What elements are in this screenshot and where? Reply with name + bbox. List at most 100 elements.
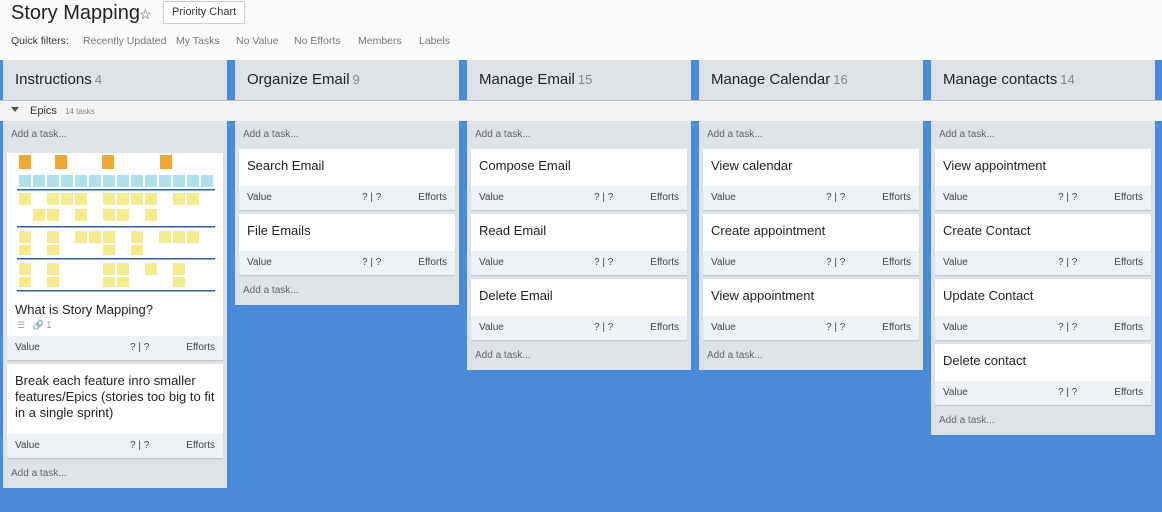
task-card[interactable]: Break each feature inro smaller features…: [7, 364, 223, 458]
value-label[interactable]: Value: [711, 322, 736, 333]
value-label[interactable]: Value: [943, 192, 968, 203]
column-count: 4: [94, 72, 102, 87]
board-header: Story Mapping ☆ Priority Chart Quick fil…: [0, 0, 1162, 60]
column-header-manage-contacts[interactable]: Manage contacts 14: [931, 60, 1155, 100]
column-count: 16: [833, 72, 848, 87]
add-task-link[interactable]: Add a task...: [931, 409, 1155, 435]
task-title: Break each feature inro smaller features…: [15, 373, 215, 420]
score-label: ? | ?: [594, 257, 614, 268]
task-meta: Value ? | ? Efforts: [703, 251, 919, 275]
efforts-label[interactable]: Efforts: [418, 257, 447, 268]
task-title: Update Contact: [943, 288, 1034, 303]
efforts-label[interactable]: Efforts: [882, 192, 911, 203]
task-card[interactable]: What is Story Mapping? ☰ 🔗 1 Value ? | ? E…: [7, 153, 223, 360]
value-label[interactable]: Value: [943, 257, 968, 268]
column-manage-contacts: Add a task... View appointment Value ? | …: [931, 121, 1155, 435]
swimlane-epics[interactable]: Epics 14 tasks: [0, 100, 1162, 121]
efforts-label[interactable]: Efforts: [418, 192, 447, 203]
column-name: Manage Calendar: [711, 71, 831, 88]
task-card[interactable]: View calendar Value ? | ? Efforts: [703, 149, 919, 210]
filter-my-tasks[interactable]: My Tasks: [176, 35, 220, 47]
value-label[interactable]: Value: [943, 387, 968, 398]
card-indicators: ☰ 🔗 1: [7, 318, 223, 336]
task-card[interactable]: File Emails Value ? | ? Efforts: [239, 214, 455, 275]
score-label: ? | ?: [362, 192, 382, 203]
column-header-manage-email[interactable]: Manage Email 15: [467, 60, 691, 100]
description-icon: ☰: [17, 320, 26, 330]
task-title: Search Email: [247, 158, 325, 173]
add-task-link[interactable]: Add a task...: [235, 279, 459, 305]
efforts-label[interactable]: Efforts: [186, 440, 215, 451]
task-meta: Value ? | ? Efforts: [703, 186, 919, 210]
score-label: ? | ?: [826, 192, 846, 203]
column-header-instructions[interactable]: Instructions 4: [3, 60, 227, 100]
add-task-link[interactable]: Add a task...: [467, 121, 691, 149]
task-meta: Value ? | ? Efforts: [703, 316, 919, 340]
efforts-label[interactable]: Efforts: [650, 192, 679, 203]
add-task-link[interactable]: Add a task...: [3, 462, 227, 488]
collapse-triangle-icon[interactable]: [11, 107, 19, 112]
value-label[interactable]: Value: [711, 192, 736, 203]
task-meta: Value ? | ? Efforts: [471, 316, 687, 340]
column-organize-email: Add a task... Search Email Value ? | ? Eff…: [235, 121, 459, 305]
column-name: Instructions: [15, 71, 92, 88]
efforts-label[interactable]: Efforts: [650, 322, 679, 333]
task-meta: Value ? | ? Efforts: [935, 186, 1151, 210]
value-label[interactable]: Value: [15, 342, 40, 353]
add-task-link[interactable]: Add a task...: [467, 344, 691, 370]
filter-no-value[interactable]: No Value: [236, 35, 278, 47]
value-label[interactable]: Value: [247, 257, 272, 268]
score-label: ? | ?: [1058, 192, 1078, 203]
task-card[interactable]: Delete Email Value ? | ? Efforts: [471, 279, 687, 340]
add-task-link[interactable]: Add a task...: [699, 121, 923, 149]
efforts-label[interactable]: Efforts: [1114, 322, 1143, 333]
task-meta: Value ? | ? Efforts: [935, 316, 1151, 340]
filter-labels[interactable]: Labels: [419, 35, 450, 47]
filter-members[interactable]: Members: [358, 35, 402, 47]
task-title: View appointment: [943, 158, 1047, 173]
column-count: 9: [352, 72, 360, 87]
add-task-link[interactable]: Add a task...: [931, 121, 1155, 149]
score-label: ? | ?: [594, 322, 614, 333]
task-card[interactable]: Update Contact Value ? | ? Efforts: [935, 279, 1151, 340]
column-header-organize-email[interactable]: Organize Email 9: [235, 60, 459, 100]
score-label: ? | ?: [1058, 257, 1078, 268]
task-card[interactable]: Create appointment Value ? | ? Efforts: [703, 214, 919, 275]
add-task-link[interactable]: Add a task...: [235, 121, 459, 149]
task-meta: Value ? | ? Efforts: [7, 336, 223, 360]
value-label[interactable]: Value: [479, 257, 504, 268]
filter-no-efforts[interactable]: No Efforts: [294, 35, 341, 47]
star-icon[interactable]: ☆: [139, 6, 152, 23]
task-card[interactable]: Compose Email Value ? | ? Efforts: [471, 149, 687, 210]
board-title: Story Mapping: [11, 2, 140, 24]
task-card[interactable]: Create Contact Value ? | ? Efforts: [935, 214, 1151, 275]
add-task-link[interactable]: Add a task...: [699, 344, 923, 370]
task-card[interactable]: Search Email Value ? | ? Efforts: [239, 149, 455, 210]
efforts-label[interactable]: Efforts: [1114, 257, 1143, 268]
efforts-label[interactable]: Efforts: [882, 322, 911, 333]
value-label[interactable]: Value: [943, 322, 968, 333]
filter-recently-updated[interactable]: Recently Updated: [83, 35, 166, 47]
task-card[interactable]: Read Email Value ? | ? Efforts: [471, 214, 687, 275]
task-card[interactable]: Delete contact Value ? | ? Efforts: [935, 344, 1151, 405]
value-label[interactable]: Value: [479, 322, 504, 333]
add-task-link[interactable]: Add a task...: [3, 121, 227, 149]
value-label[interactable]: Value: [479, 192, 504, 203]
column-header-manage-calendar[interactable]: Manage Calendar 16: [699, 60, 923, 100]
task-card[interactable]: View appointment Value ? | ? Efforts: [935, 149, 1151, 210]
swimlane-label: Epics: [30, 105, 57, 117]
column-count: 14: [1060, 72, 1075, 87]
task-title: Compose Email: [479, 158, 571, 173]
value-label[interactable]: Value: [711, 257, 736, 268]
priority-chart-button[interactable]: Priority Chart: [163, 1, 246, 24]
column-name: Organize Email: [247, 71, 350, 88]
attachment-icon: 🔗: [32, 320, 44, 330]
efforts-label[interactable]: Efforts: [1114, 192, 1143, 203]
value-label[interactable]: Value: [15, 440, 40, 451]
efforts-label[interactable]: Efforts: [186, 342, 215, 353]
task-card[interactable]: View appointment Value ? | ? Efforts: [703, 279, 919, 340]
efforts-label[interactable]: Efforts: [650, 257, 679, 268]
efforts-label[interactable]: Efforts: [1114, 387, 1143, 398]
value-label[interactable]: Value: [247, 192, 272, 203]
efforts-label[interactable]: Efforts: [882, 257, 911, 268]
